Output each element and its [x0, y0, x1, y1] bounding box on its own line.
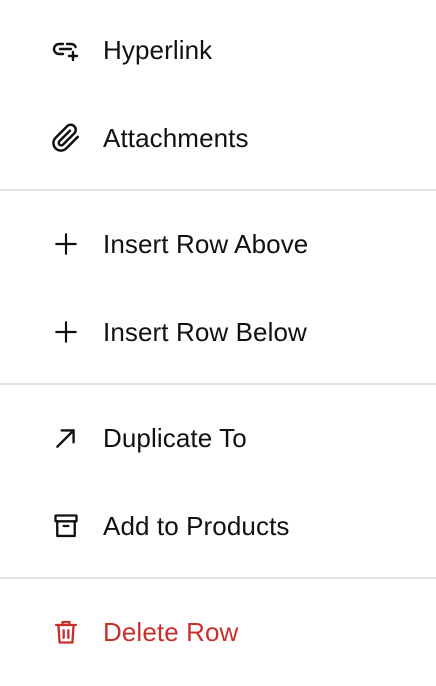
arrow-up-right-icon: [50, 422, 82, 454]
menu-item-label: Add to Products: [103, 511, 290, 541]
paperclip-icon: [50, 122, 82, 154]
menu-item-add-to-products[interactable]: Add to Products: [0, 482, 436, 570]
plus-icon: [50, 316, 82, 348]
menu-item-hyperlink[interactable]: Hyperlink: [0, 6, 436, 94]
menu-item-insert-row-above[interactable]: Insert Row Above: [0, 200, 436, 288]
menu-item-label: Duplicate To: [103, 423, 247, 453]
trash-icon: [50, 616, 82, 648]
menu-item-label: Hyperlink: [103, 35, 213, 65]
menu-item-label: Insert Row Above: [103, 229, 309, 259]
menu-item-label: Delete Row: [103, 617, 239, 647]
menu-item-label: Insert Row Below: [103, 317, 307, 347]
plus-icon: [50, 228, 82, 260]
menu-item-attachments[interactable]: Attachments: [0, 94, 436, 182]
context-menu: Hyperlink Attachments Insert Row Above I…: [0, 0, 436, 686]
menu-item-delete-row[interactable]: Delete Row: [0, 588, 436, 676]
menu-item-insert-row-below[interactable]: Insert Row Below: [0, 288, 436, 376]
divider: [0, 577, 436, 579]
menu-item-label: Attachments: [103, 123, 249, 153]
menu-item-duplicate-to[interactable]: Duplicate To: [0, 394, 436, 482]
archive-box-icon: [50, 510, 82, 542]
divider: [0, 383, 436, 385]
link-plus-icon: [50, 34, 82, 66]
divider: [0, 189, 436, 191]
